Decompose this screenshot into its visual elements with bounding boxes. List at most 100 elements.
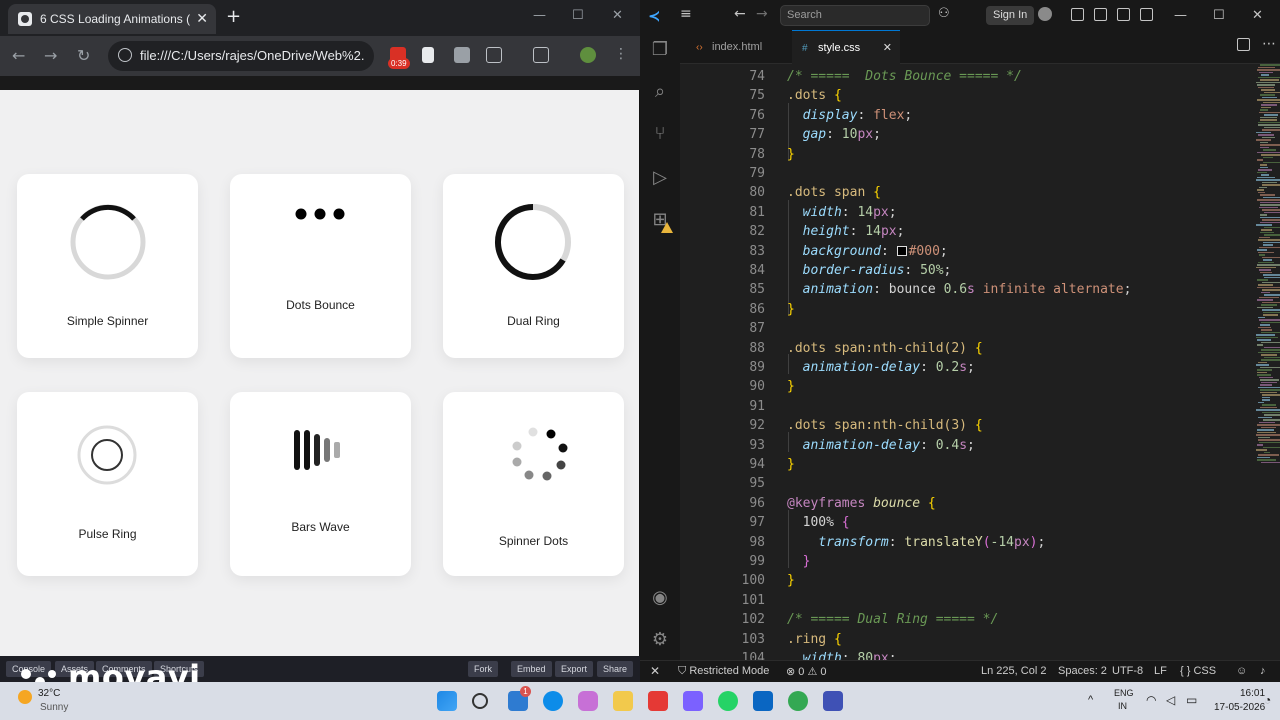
notifications-bell-icon[interactable]: ♪ xyxy=(1260,665,1266,677)
split-editor-icon[interactable] xyxy=(1237,38,1250,51)
notification-center-icon[interactable]: ◔ xyxy=(1264,693,1271,707)
chrome-icon[interactable] xyxy=(788,691,808,711)
explorer-icon[interactable]: ❐ xyxy=(650,40,670,60)
forward-arrow-icon[interactable]: → xyxy=(44,46,57,65)
toggle-secondary-sidebar-icon[interactable] xyxy=(1140,8,1153,21)
edge-browser-icon[interactable] xyxy=(543,691,563,711)
code-line[interactable]: 79 xyxy=(680,164,1280,183)
toggle-sidebar-icon[interactable] xyxy=(1094,8,1107,21)
encoding-setting[interactable]: UTF-8 xyxy=(1112,665,1143,677)
export-button[interactable]: Export xyxy=(555,661,594,677)
sign-in-button[interactable]: Sign In xyxy=(986,6,1035,25)
extensions-puzzle-icon[interactable] xyxy=(486,47,502,63)
start-windows-icon[interactable] xyxy=(437,691,457,711)
code-line[interactable]: 100} xyxy=(680,571,1280,590)
code-line[interactable]: 86} xyxy=(680,300,1280,319)
volume-icon[interactable]: ◁ xyxy=(1166,693,1175,707)
browser-tab[interactable]: 6 CSS Loading Animations (Spi ✕ xyxy=(8,4,216,34)
close-window-icon[interactable]: ✕ xyxy=(1252,8,1263,23)
restricted-mode-indicator[interactable]: ⛉ Restricted Mode xyxy=(678,665,769,678)
vscode-taskbar-icon[interactable] xyxy=(753,691,773,711)
code-line[interactable]: 75 .dots { xyxy=(680,86,1280,105)
run-debug-icon[interactable]: ▷ xyxy=(650,168,670,188)
teams-icon[interactable] xyxy=(683,691,703,711)
code-line[interactable]: 88 .dots span:nth-child(2) { xyxy=(680,339,1280,358)
copilot-app-icon[interactable] xyxy=(578,691,598,711)
code-line[interactable]: 95 xyxy=(680,474,1280,493)
maximize-icon[interactable]: ☐ xyxy=(1213,8,1225,23)
code-line[interactable]: 85 animation: bounce 0.6s infinite alter… xyxy=(680,280,1280,299)
code-line[interactable]: 74 /* ===== Dots Bounce ===== */ xyxy=(680,67,1280,86)
source-control-icon[interactable]: ⑂ xyxy=(650,124,670,144)
more-actions-icon[interactable]: ⋯ xyxy=(1262,36,1276,52)
code-line[interactable]: 103 .ring { xyxy=(680,630,1280,649)
cursor-position[interactable]: Ln 225, Col 2 xyxy=(981,665,1046,677)
close-tab-icon[interactable]: ✕ xyxy=(196,10,208,27)
battery-icon[interactable]: ▭ xyxy=(1186,693,1197,707)
code-line[interactable]: 87 xyxy=(680,319,1280,338)
address-bar[interactable]: file:///C:/Users/rajes/OneDrive/Web%2... xyxy=(108,41,374,71)
indentation-setting[interactable]: Spaces: 2 xyxy=(1058,665,1107,677)
code-line[interactable]: 76 display: flex; xyxy=(680,106,1280,125)
embed-button[interactable]: Embed xyxy=(511,661,552,677)
code-line[interactable]: 84 border-radius: 50%; xyxy=(680,261,1280,280)
code-line[interactable]: 101 xyxy=(680,591,1280,610)
camera-extension-icon[interactable] xyxy=(454,47,470,63)
minimap[interactable] xyxy=(1256,64,1280,464)
remote-indicator-icon[interactable]: ✕ xyxy=(650,664,660,678)
code-line[interactable]: 80 .dots span { xyxy=(680,183,1280,202)
code-line[interactable]: 102 /* ===== Dual Ring ===== */ xyxy=(680,610,1280,629)
back-arrow-icon[interactable]: ← xyxy=(12,46,25,65)
minimize-icon[interactable]: — xyxy=(533,8,546,23)
account-icon[interactable]: ◉ xyxy=(650,588,670,608)
tab-search-icon[interactable] xyxy=(533,47,549,63)
profile-avatar[interactable] xyxy=(580,47,596,63)
fork-button[interactable]: Fork xyxy=(468,661,498,677)
code-line[interactable]: 77 gap: 10px; xyxy=(680,125,1280,144)
tab-index-html[interactable]: ‹› index.html xyxy=(680,30,792,64)
copilot-icon[interactable]: ⚇ xyxy=(938,6,950,21)
toggle-panel-icon[interactable] xyxy=(1117,8,1130,21)
color-swatch[interactable] xyxy=(896,245,907,256)
show-hidden-icons-chevron-icon[interactable]: ^ xyxy=(1088,694,1093,706)
site-info-icon[interactable] xyxy=(118,48,132,62)
code-line[interactable]: 104 width: 80px; xyxy=(680,649,1280,660)
problems-indicator[interactable]: ⊗ 0 ⚠ 0 xyxy=(786,665,827,678)
code-line[interactable]: 93 animation-delay: 0.4s; xyxy=(680,436,1280,455)
forward-arrow-icon[interactable]: → xyxy=(756,6,768,22)
whatsapp-icon[interactable] xyxy=(718,691,738,711)
settings-gear-icon[interactable]: ⚙ xyxy=(650,630,670,650)
weather-sun-icon[interactable] xyxy=(18,690,32,704)
code-line[interactable]: 98 transform: translateY(-14px); xyxy=(680,533,1280,552)
command-center-search[interactable]: Search xyxy=(780,5,930,26)
menu-hamburger-icon[interactable]: ≡ xyxy=(680,6,692,22)
share-button[interactable]: Share xyxy=(597,661,634,677)
tab-style-css[interactable]: # style.css ✕ xyxy=(792,30,900,64)
code-line[interactable]: 89 animation-delay: 0.2s; xyxy=(680,358,1280,377)
code-line[interactable]: 82 height: 14px; xyxy=(680,222,1280,241)
reload-icon[interactable]: ↻ xyxy=(77,46,90,65)
language-indicator[interactable]: ENG xyxy=(1114,688,1134,698)
layout-customize-icon[interactable] xyxy=(1071,8,1084,21)
code-editor[interactable]: 74 /* ===== Dots Bounce ===== */ 75 .dots … xyxy=(680,64,1280,660)
back-arrow-icon[interactable]: ← xyxy=(734,6,746,22)
code-line[interactable]: 92 .dots span:nth-child(3) { xyxy=(680,416,1280,435)
code-line[interactable]: 94} xyxy=(680,455,1280,474)
code-line[interactable]: 96 @keyframes bounce { xyxy=(680,494,1280,513)
language-mode[interactable]: { } CSS xyxy=(1180,665,1216,677)
new-tab-button[interactable]: + xyxy=(226,6,241,27)
code-line[interactable]: 81 width: 14px; xyxy=(680,203,1280,222)
code-line[interactable]: 99 } xyxy=(680,552,1280,571)
maximize-icon[interactable]: ☐ xyxy=(572,8,584,23)
accounts-icon[interactable] xyxy=(1038,7,1052,21)
code-line[interactable]: 90} xyxy=(680,377,1280,396)
close-window-icon[interactable]: ✕ xyxy=(612,8,623,23)
code-line[interactable]: 78} xyxy=(680,145,1280,164)
code-line[interactable]: 83 background: #000; xyxy=(680,242,1280,261)
minimize-icon[interactable]: — xyxy=(1174,8,1187,23)
copilot-status-icon[interactable]: ☺ xyxy=(1236,665,1247,677)
close-tab-icon[interactable]: ✕ xyxy=(883,31,892,65)
search-icon[interactable] xyxy=(472,693,488,709)
bookmark-extension-icon[interactable] xyxy=(422,47,434,63)
eol-setting[interactable]: LF xyxy=(1154,665,1167,677)
